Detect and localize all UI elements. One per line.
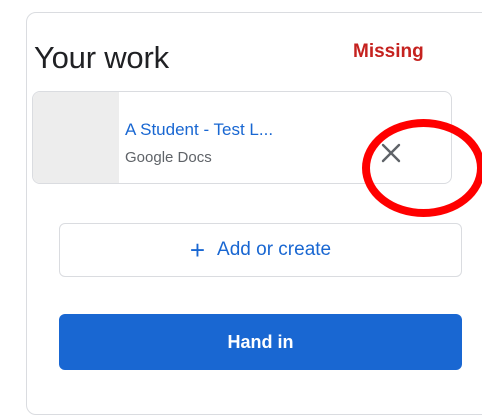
attachment-type: Google Docs [125, 149, 212, 166]
card-header: Your work Missing [34, 40, 482, 84]
attachment-thumbnail[interactable] [33, 92, 119, 183]
status-badge: Missing [353, 41, 424, 62]
add-or-create-label: Add or create [217, 239, 332, 260]
close-icon [381, 143, 401, 163]
attachment-title[interactable]: A Student - Test L... [125, 120, 273, 140]
plus-icon: + [189, 235, 206, 265]
attachment-card[interactable]: A Student - Test L... Google Docs [32, 91, 452, 184]
hand-in-label: Hand in [227, 331, 294, 352]
card-title: Your work [34, 40, 169, 75]
remove-attachment-button[interactable] [377, 139, 405, 167]
hand-in-button[interactable]: Hand in [59, 314, 462, 370]
add-or-create-button[interactable]: + Add or create [59, 223, 462, 277]
